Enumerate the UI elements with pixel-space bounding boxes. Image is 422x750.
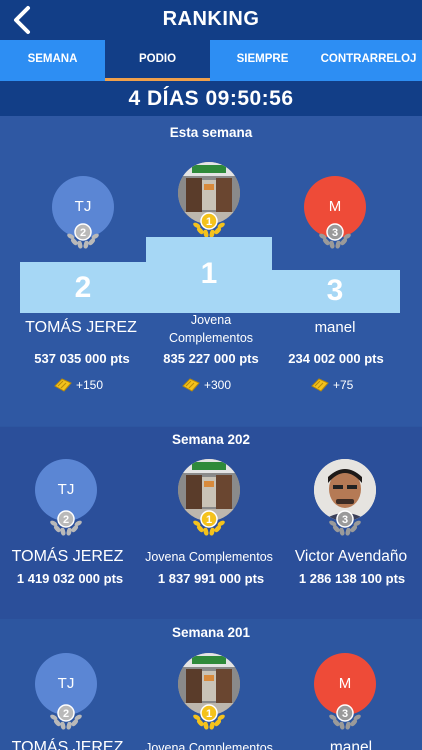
player-points: 1 837 991 000 pts <box>157 571 265 586</box>
medal-icon: 1 <box>192 204 226 238</box>
svg-text:1: 1 <box>206 514 212 526</box>
reward: +150 <box>53 378 103 392</box>
top-bar: RANKING <box>0 0 422 40</box>
svg-text:2: 2 <box>80 227 86 239</box>
player-name: manel <box>329 739 373 750</box>
medal-icon: 2 <box>66 215 100 249</box>
medal-icon: 3 <box>328 696 362 730</box>
player-points: 1 419 032 000 pts <box>16 571 124 586</box>
svg-text:1: 1 <box>206 216 212 228</box>
medal-icon: 2 <box>49 502 83 536</box>
player-points: 1 286 138 100 pts <box>298 571 406 586</box>
svg-text:3: 3 <box>332 227 338 239</box>
countdown-timer: 4 DÍAS 09:50:56 <box>0 81 422 116</box>
player-points: 234 002 000 pts <box>288 351 384 366</box>
section-title: Esta semana <box>169 125 253 140</box>
reward: +300 <box>181 378 231 392</box>
podium-number: 2 <box>74 271 92 304</box>
svg-text:2: 2 <box>63 708 69 720</box>
player-name: Jovena Complementos <box>145 741 273 750</box>
player-name: Victor Avendaño <box>294 548 408 565</box>
reward-amount: +150 <box>76 378 104 392</box>
avatar-initials: TJ <box>74 198 92 215</box>
section-title: Semana 201 <box>171 625 251 640</box>
medal-icon: 1 <box>192 502 226 536</box>
history-section: Semana 202 TJ 2 1 3 TOMÁS JEREZ Jovena C… <box>0 427 422 619</box>
player-name: TOMÁS JEREZ <box>25 319 137 336</box>
player-points: 537 035 000 pts <box>34 351 130 366</box>
avatar-initials: M <box>338 675 352 692</box>
avatar-initials: TJ <box>57 675 75 692</box>
svg-text:3: 3 <box>342 514 348 526</box>
tab-bar: SEMANA PODIO SIEMPRE CONTRARRELOJ <box>0 40 422 81</box>
medal-icon: 2 <box>49 696 83 730</box>
tab-podio[interactable]: PODIO <box>105 40 210 81</box>
reward-amount: +75 <box>333 378 354 392</box>
player-name: Jovena Complementos <box>145 550 273 564</box>
coin-icon <box>311 378 329 392</box>
medal-icon: 3 <box>318 215 352 249</box>
coin-icon <box>182 378 200 392</box>
tab-contrarreloj[interactable]: CONTRARRELOJ <box>315 40 422 81</box>
avatar-initials: M <box>328 198 342 215</box>
svg-text:2: 2 <box>63 514 69 526</box>
player-name: manel <box>314 319 356 336</box>
svg-text:1: 1 <box>206 708 212 720</box>
player-points: 835 227 000 pts <box>163 351 259 366</box>
page-title: RANKING <box>162 8 260 30</box>
player-name: TOMÁS JEREZ <box>11 739 124 750</box>
reward: +75 <box>310 378 353 392</box>
medal-icon: 1 <box>192 696 226 730</box>
podium-number: 3 <box>326 274 344 307</box>
player-name: Jovena Complementos <box>168 313 254 345</box>
history-section: Semana 201 TJ 2 1 M 3 TOMÁS JEREZ Jovena… <box>0 621 422 750</box>
tab-semana[interactable]: SEMANA <box>0 40 105 81</box>
podium-section: Esta semana TJ 2 1 M 3 2 1 3 TOMÁS JEREZ… <box>0 116 422 426</box>
section-title: Semana 202 <box>171 432 251 447</box>
reward-amount: +300 <box>204 378 232 392</box>
podium-number: 1 <box>200 257 218 290</box>
medal-icon: 3 <box>328 502 362 536</box>
tab-siempre[interactable]: SIEMPRE <box>210 40 315 81</box>
coin-icon <box>54 378 72 392</box>
avatar-initials: TJ <box>57 481 75 498</box>
svg-text:3: 3 <box>342 708 348 720</box>
player-name: TOMÁS JEREZ <box>11 548 124 565</box>
